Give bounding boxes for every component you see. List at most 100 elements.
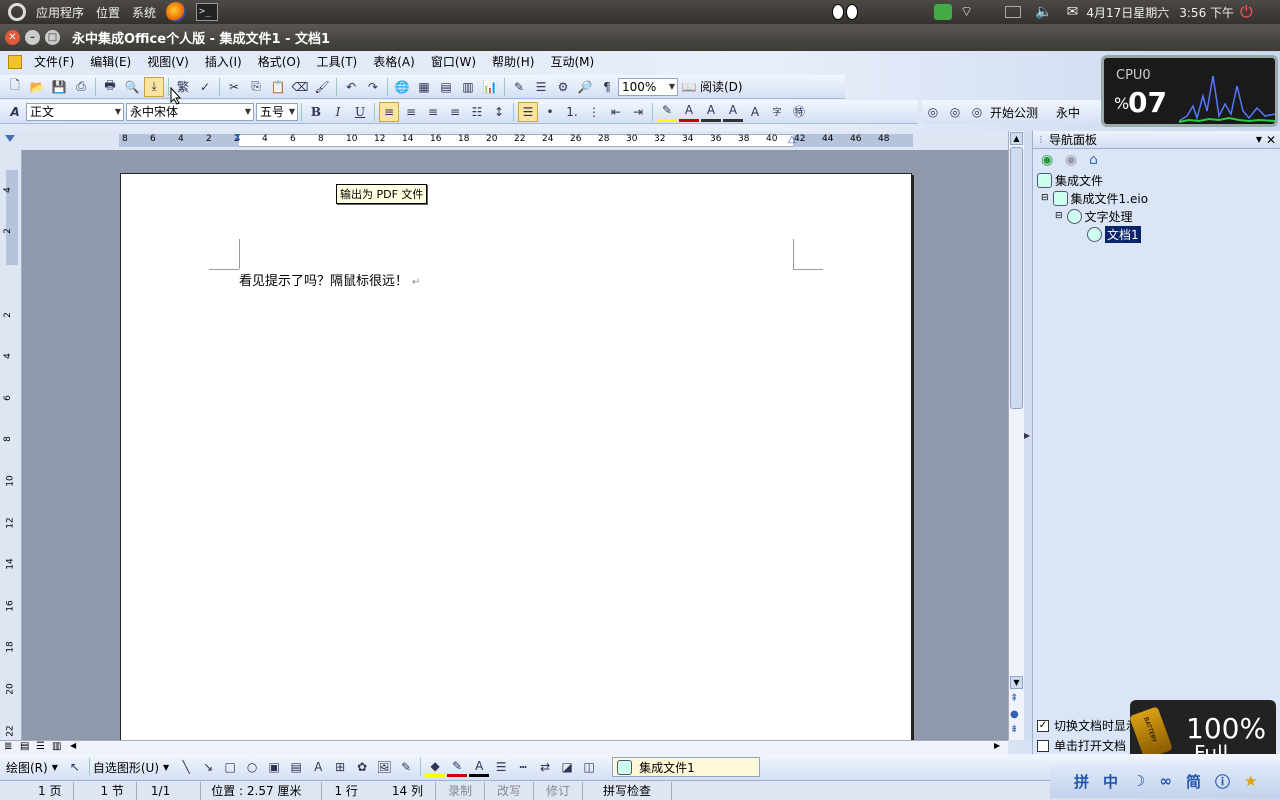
tab-stop-icon[interactable] bbox=[5, 135, 15, 142]
date-label[interactable]: 4月17日星期六 bbox=[1086, 4, 1169, 21]
round-button-icon[interactable]: ◎ bbox=[967, 102, 987, 122]
collapse-panel-icon[interactable]: ▶ bbox=[1024, 431, 1030, 440]
checkbox-icon[interactable] bbox=[1037, 739, 1049, 752]
drawing-icon[interactable]: ✎ bbox=[509, 77, 529, 97]
save-icon[interactable]: 💾 bbox=[49, 77, 69, 97]
checkbox-checked-icon[interactable]: ✓ bbox=[1037, 719, 1049, 732]
wordart-icon[interactable]: A bbox=[308, 757, 328, 777]
picture-icon[interactable]: 🖼 bbox=[374, 757, 394, 777]
enclosed-char-icon[interactable]: ㊕ bbox=[789, 102, 809, 122]
menu-view[interactable]: 视图(V) bbox=[139, 53, 197, 70]
copy-icon[interactable]: ⎘ bbox=[246, 77, 266, 97]
char-shade-icon[interactable]: A bbox=[723, 102, 743, 122]
text-effect-icon[interactable]: A bbox=[745, 102, 765, 122]
page-view-icon[interactable]: ☰ bbox=[36, 741, 45, 752]
wifi-icon[interactable]: ⌔ bbox=[960, 3, 973, 21]
decrease-indent-icon[interactable]: ⇤ bbox=[606, 102, 626, 122]
menu-interact[interactable]: 互动(M) bbox=[542, 53, 602, 70]
tab-public-beta[interactable]: 开始公测 bbox=[990, 104, 1038, 121]
line-style-icon[interactable]: ☰ bbox=[491, 757, 511, 777]
outline-view-icon[interactable]: ▥ bbox=[52, 741, 61, 752]
normal-view-icon[interactable]: ≣ bbox=[4, 741, 12, 752]
tree-root[interactable]: 集成文件 bbox=[1037, 171, 1103, 189]
time-label[interactable]: 3:56 下午 bbox=[1179, 4, 1234, 21]
next-page-icon[interactable]: ⇟ bbox=[1010, 724, 1018, 735]
ime-simplified[interactable]: 简 bbox=[1186, 771, 1201, 792]
document-page[interactable]: 看见提示了吗？隔鼠标很远！ ↵ bbox=[120, 173, 912, 743]
document-body[interactable]: 看见提示了吗？隔鼠标很远！ ↵ bbox=[239, 270, 420, 289]
export-pdf-icon[interactable]: ⤓ bbox=[144, 76, 164, 97]
minimize-window-icon[interactable]: – bbox=[25, 30, 40, 45]
numbering-icon[interactable]: 1. bbox=[562, 102, 582, 122]
paste-icon[interactable]: 📋 bbox=[268, 77, 288, 97]
scroll-left-icon[interactable]: ◀ bbox=[70, 741, 76, 750]
chevron-down-icon[interactable]: ▼ bbox=[163, 763, 169, 772]
status-record[interactable]: 录制 bbox=[436, 781, 485, 800]
round-button-icon[interactable]: ◎ bbox=[945, 102, 965, 122]
align-right-icon[interactable]: ≡ bbox=[445, 102, 465, 122]
menu-window[interactable]: 窗口(W) bbox=[423, 53, 484, 70]
collapse-icon[interactable]: ⊟ bbox=[1055, 211, 1063, 221]
bullets-icon[interactable]: • bbox=[540, 102, 560, 122]
select-arrow-icon[interactable]: ↖ bbox=[65, 757, 85, 777]
zoom-icon[interactable]: 🔎 bbox=[575, 77, 595, 97]
print-icon[interactable]: ⎙ bbox=[71, 77, 91, 97]
close-window-icon[interactable]: ✕ bbox=[5, 30, 20, 45]
chart-icon[interactable]: 📊 bbox=[480, 77, 500, 97]
collapse-icon[interactable]: ⊟ bbox=[1041, 193, 1049, 203]
textbox-icon[interactable]: ▣ bbox=[264, 757, 284, 777]
browse-object-icon[interactable]: ● bbox=[1010, 709, 1019, 720]
clipart-icon[interactable]: ✿ bbox=[352, 757, 372, 777]
zoom-select[interactable]: 100% ▼ bbox=[618, 77, 678, 96]
fill-color-icon[interactable]: ◆ bbox=[425, 757, 446, 777]
org-chart-icon[interactable]: ⊞ bbox=[330, 757, 350, 777]
font-color-icon[interactable]: A bbox=[679, 102, 699, 122]
round-button-icon[interactable]: ◎ bbox=[923, 102, 943, 122]
align-center-icon[interactable]: ≡ bbox=[423, 102, 443, 122]
system-menu[interactable]: 系统 bbox=[126, 4, 162, 21]
rectangle-icon[interactable]: □ bbox=[220, 757, 240, 777]
menu-format[interactable]: 格式(O) bbox=[250, 53, 309, 70]
undo-icon[interactable]: ↶ bbox=[341, 77, 361, 97]
mail-icon[interactable]: ✉ bbox=[1067, 4, 1079, 20]
tab-yozo[interactable]: 永中 bbox=[1056, 104, 1080, 121]
underline-button[interactable]: U bbox=[350, 102, 370, 122]
tree-category[interactable]: ⊟ 文字处理 bbox=[1055, 207, 1133, 225]
ime-info-icon[interactable]: ⓘ bbox=[1215, 771, 1230, 792]
panel-splitter[interactable]: ▶ bbox=[1024, 131, 1032, 740]
scroll-thumb[interactable] bbox=[1010, 147, 1023, 409]
bold-button[interactable]: B bbox=[306, 102, 326, 122]
shadow-icon[interactable]: ◪ bbox=[557, 757, 577, 777]
char-border-icon[interactable]: A bbox=[701, 102, 721, 122]
italic-button[interactable]: I bbox=[328, 102, 348, 122]
doc-tab[interactable]: 集成文件1 bbox=[612, 757, 761, 777]
draw-font-color-icon[interactable]: A bbox=[469, 757, 490, 777]
draw-menu-button[interactable]: 绘图(R) bbox=[6, 759, 48, 776]
app-menu-icon[interactable] bbox=[8, 54, 22, 69]
ellipse-icon[interactable]: ○ bbox=[242, 757, 262, 777]
clear-icon[interactable]: ⌫ bbox=[290, 77, 310, 97]
vertical-textbox-icon[interactable]: ▤ bbox=[286, 757, 306, 777]
horizontal-ruler[interactable]: 8 6 4 2 2 4 6 8 10 12 14 16 18 20 22 24 26 28 30 32 34 36 38 40… bbox=[22, 131, 1008, 150]
checkbox-click-open[interactable]: 单击打开文档 bbox=[1037, 737, 1126, 754]
arrow-style-icon[interactable]: ⇄ bbox=[535, 757, 555, 777]
read-icon[interactable]: 📖 bbox=[679, 77, 699, 97]
maximize-window-icon[interactable]: □ bbox=[45, 30, 60, 45]
insert-table-icon[interactable]: ▦ bbox=[414, 77, 434, 97]
increase-indent-icon[interactable]: ⇥ bbox=[628, 102, 648, 122]
update-icon[interactable] bbox=[934, 4, 952, 20]
menu-insert[interactable]: 插入(I) bbox=[197, 53, 250, 70]
tree-doc[interactable]: 文档1 bbox=[1087, 225, 1141, 243]
ubuntu-logo-icon[interactable] bbox=[8, 3, 26, 21]
power-icon[interactable]: ⏻ bbox=[1240, 2, 1253, 22]
horizontal-scrollbar[interactable]: ≣ ▤ ☰ ▥ ◀ ▶ bbox=[0, 740, 1008, 754]
redo-icon[interactable]: ↷ bbox=[363, 77, 383, 97]
prev-page-icon[interactable]: ⇞ bbox=[1010, 693, 1018, 704]
paragraph-mark-icon[interactable]: ¶ bbox=[597, 77, 617, 97]
tree-file[interactable]: ⊟ 集成文件1.eio bbox=[1041, 189, 1148, 207]
status-overwrite[interactable]: 改写 bbox=[485, 781, 535, 800]
ruler-corner[interactable] bbox=[0, 131, 22, 150]
web-view-icon[interactable]: ▤ bbox=[20, 741, 29, 752]
style-select[interactable]: 正文 ▼ bbox=[26, 102, 124, 121]
panel-menu-icon[interactable]: ▼ bbox=[1256, 135, 1262, 144]
